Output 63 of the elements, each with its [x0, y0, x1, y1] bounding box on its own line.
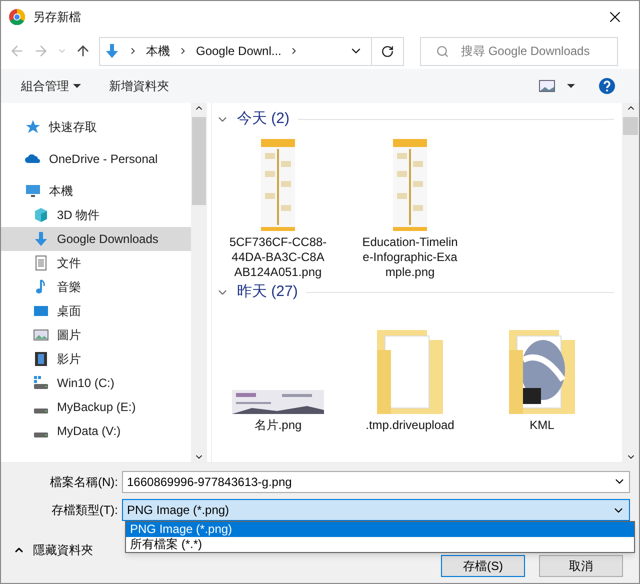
sidebar-item[interactable]: 影片: [1, 347, 191, 371]
dropdown-option[interactable]: 所有檔案 (*.*): [126, 537, 634, 552]
sidebar-item[interactable]: 桌面: [1, 299, 191, 323]
sidebar-item[interactable]: 圖片: [1, 323, 191, 347]
file-type-dropdown[interactable]: PNG Image (*.png): [122, 499, 630, 521]
drive-icon: [33, 375, 49, 391]
scrollbar[interactable]: [191, 103, 207, 462]
folder-icon: [509, 330, 575, 414]
sidebar-item[interactable]: MyBackup (E:): [1, 395, 191, 419]
breadcrumb-item[interactable]: 本機: [146, 42, 170, 60]
scroll-thumb[interactable]: [192, 117, 206, 205]
caret-icon: [73, 84, 81, 88]
window-title: 另存新檔: [33, 9, 81, 26]
group-header[interactable]: 今天 (2): [237, 108, 290, 130]
drive-icon: [33, 408, 49, 414]
sidebar-item[interactable]: MyData (V:): [1, 419, 191, 443]
scroll-thumb[interactable]: [623, 117, 638, 135]
drive-icon: [33, 432, 49, 438]
sidebar-item[interactable]: 文件: [1, 251, 191, 275]
save-button[interactable]: 存檔(S): [441, 555, 525, 577]
cancel-button[interactable]: 取消: [539, 555, 623, 577]
group-header[interactable]: 昨天 (27): [237, 280, 298, 304]
sidebar-item[interactable]: Win10 (C:): [1, 371, 191, 395]
sidebar-item[interactable]: 本機: [1, 179, 191, 203]
address-bar[interactable]: 本機 Google Downl...: [99, 36, 404, 66]
file-name[interactable]: KML: [492, 418, 592, 433]
sidebar-item[interactable]: 3D 物件: [1, 203, 191, 227]
caret-icon: [567, 84, 575, 88]
folder-icon: [377, 330, 443, 414]
refresh-icon: [381, 44, 394, 58]
scrollbar[interactable]: [622, 103, 639, 462]
file-name[interactable]: 名片.png: [228, 418, 328, 433]
field-label: 存檔類型(T):: [50, 502, 119, 519]
download-arrow-icon: [33, 231, 49, 247]
file-name[interactable]: Education-Timeline-Infographic-Example.png: [360, 235, 460, 280]
up-button[interactable]: [75, 43, 91, 59]
star-icon: [25, 119, 41, 135]
file-name[interactable]: 5CF736CF-CC88-44DA-BA3C-C8AAB124A051.png: [228, 235, 328, 280]
field-label: 檔案名稱(N):: [49, 474, 119, 491]
view-options-button[interactable]: [539, 80, 575, 92]
sidebar-item[interactable]: 音樂: [1, 275, 191, 299]
breadcrumb-item[interactable]: Google Downl...: [196, 42, 282, 60]
sidebar-item[interactable]: OneDrive - Personal: [1, 147, 191, 171]
filename-field[interactable]: 1660869996-977843613-g.png: [122, 471, 630, 493]
download-arrow-icon: [104, 43, 120, 59]
help-icon[interactable]: [599, 78, 615, 94]
desktop-icon: [33, 303, 49, 319]
image-icon: [33, 327, 49, 343]
sidebar-item[interactable]: 快速存取: [1, 115, 191, 139]
organize-menu-button[interactable]: 組合管理: [21, 77, 81, 95]
browser-logo-icon: [9, 9, 25, 25]
cube-icon: [33, 207, 49, 223]
search-icon: [436, 44, 449, 58]
film-icon: [33, 351, 49, 367]
document-icon: [33, 255, 49, 271]
search-field[interactable]: 搜尋 Google Downloads: [420, 36, 618, 66]
new-folder-button[interactable]: 新增資料夾: [109, 77, 169, 95]
hide-folders-button[interactable]: 隱藏資料夾: [13, 541, 93, 559]
file-name[interactable]: .tmp.driveupload: [360, 418, 460, 433]
sidebar-item[interactable]: Google Downloads: [1, 227, 191, 251]
dropdown-option[interactable]: PNG Image (*.png): [126, 522, 634, 537]
image-icon: [539, 80, 555, 92]
monitor-icon: [25, 183, 41, 199]
